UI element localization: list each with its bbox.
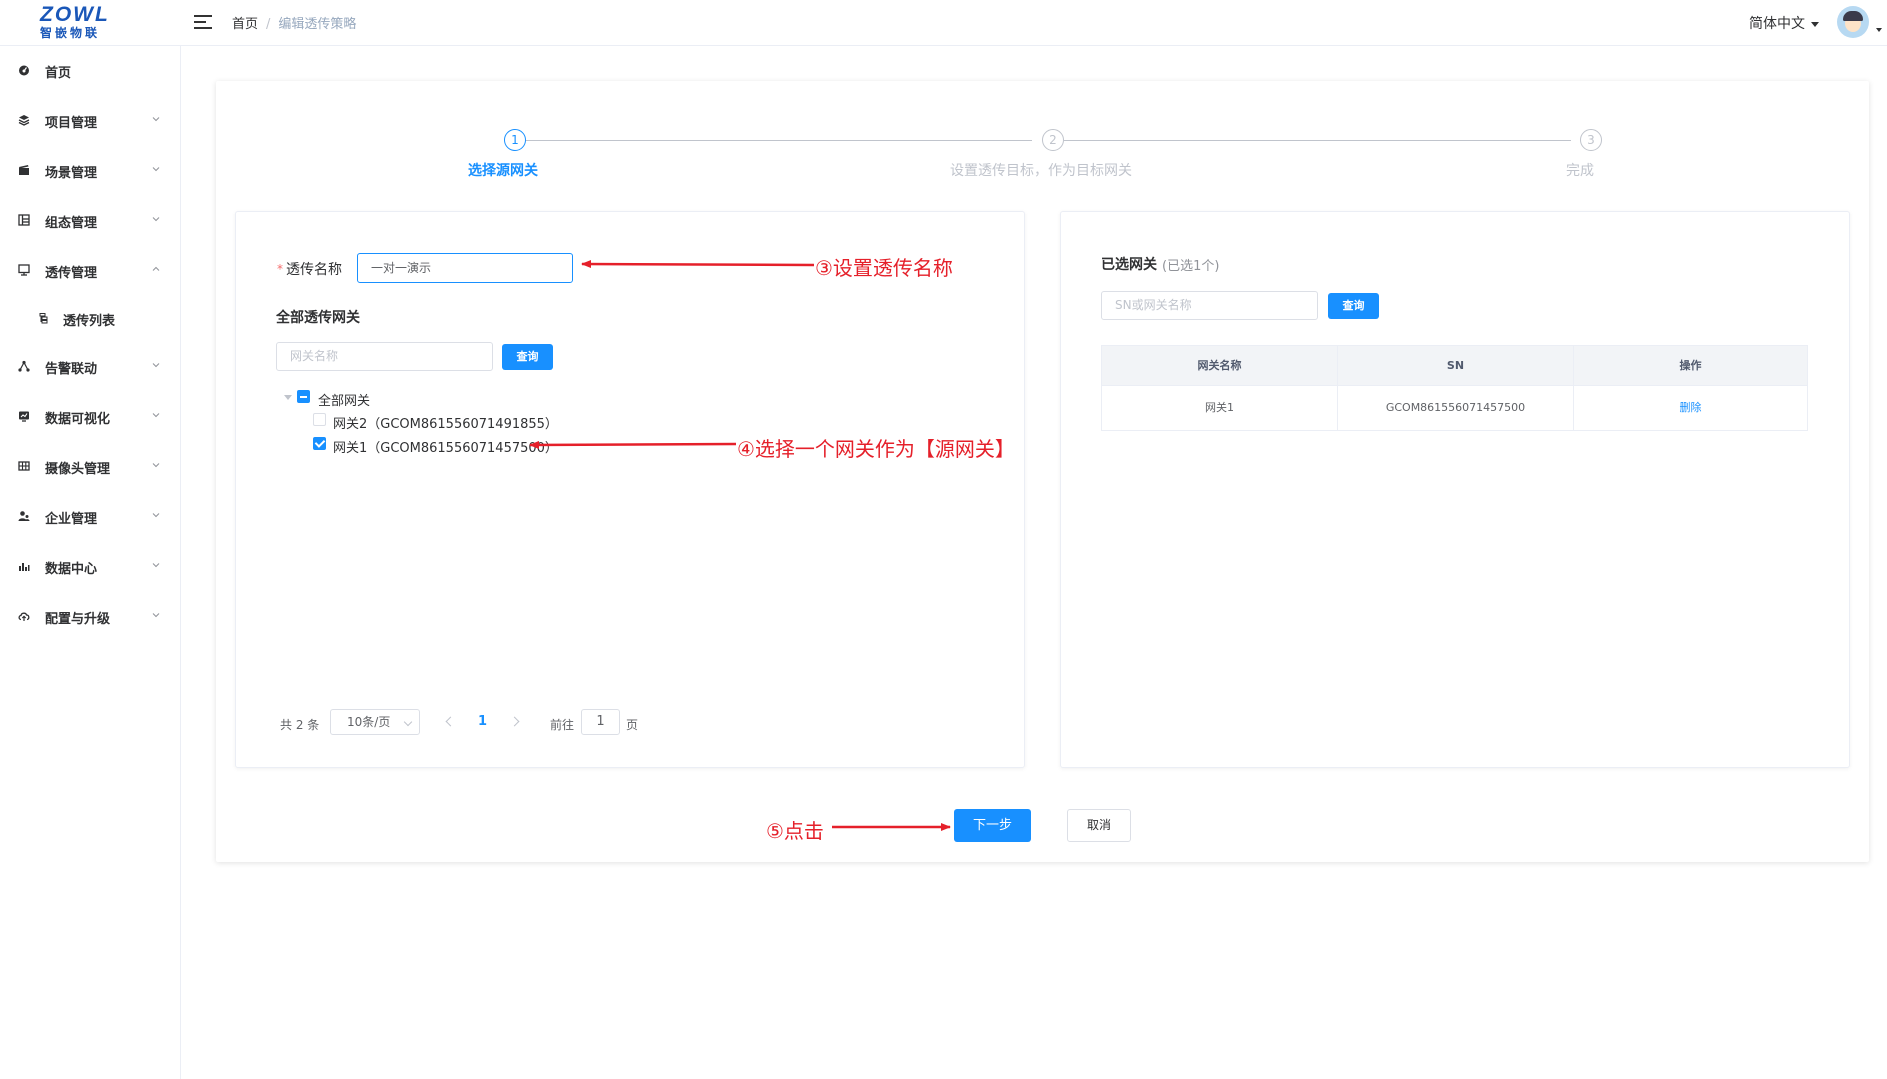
annotation-step-4: ④选择一个网关作为【源网关】 xyxy=(737,437,1015,461)
annotation-arrow-3 xyxy=(581,260,815,269)
annotation-arrows xyxy=(529,260,951,831)
annotation-step-5: ⑤点击 xyxy=(766,819,824,843)
annotation-arrow-4 xyxy=(529,440,737,449)
annotation-step-3: ③设置透传名称 xyxy=(815,256,953,280)
